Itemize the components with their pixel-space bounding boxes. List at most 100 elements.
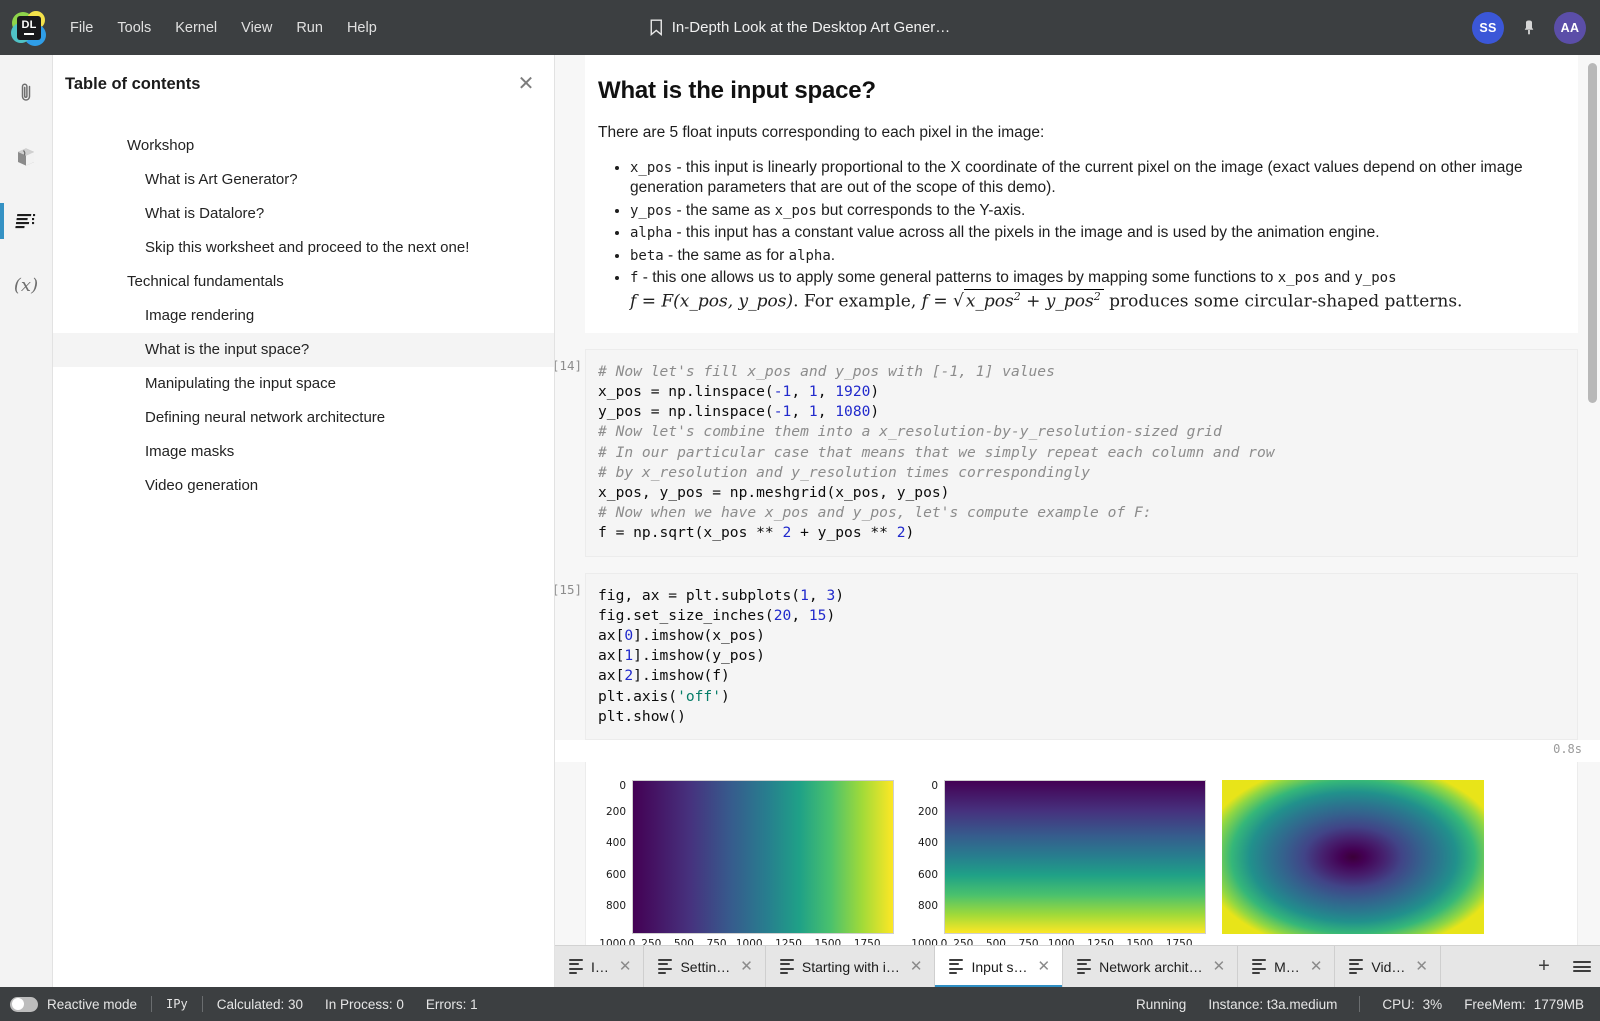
toc-item-manipulating-the-input-space[interactable]: Manipulating the input space: [53, 367, 554, 401]
toc-item-image-rendering[interactable]: Image rendering: [53, 299, 554, 333]
menu-tools[interactable]: Tools: [105, 14, 163, 42]
close-icon[interactable]: ✕: [1308, 959, 1325, 974]
plot-y-pos-xaxis: 0 250 500 750 1000 1250 1500 1750: [941, 934, 1206, 945]
code-line: plt.axis('off'): [598, 687, 730, 705]
code-cell-14[interactable]: [14] # Now let's fill x_pos and y_pos wi…: [555, 348, 1578, 557]
status-bar: Reactive mode IPy Calculated: 30 In Proc…: [0, 987, 1600, 1021]
avatar-aa[interactable]: AA: [1554, 11, 1586, 44]
tab-0[interactable]: I… ✕: [555, 946, 645, 987]
plot-y-pos-image: [944, 779, 1206, 934]
menu-file[interactable]: File: [58, 14, 105, 42]
tab-video[interactable]: Vid… ✕: [1335, 946, 1441, 987]
errors-count[interactable]: Errors: 1: [426, 997, 478, 1012]
code-span: beta: [630, 247, 664, 264]
toc-item-defining-neural-network-architecture[interactable]: Defining neural network architecture: [53, 401, 554, 435]
ytick: 200: [917, 805, 938, 818]
close-icon[interactable]: ✕: [738, 959, 755, 974]
bookmark-icon[interactable]: [650, 19, 663, 36]
close-icon[interactable]: ✕: [1036, 959, 1053, 974]
code-span: x_pos: [1277, 270, 1320, 287]
toc-item-image-masks[interactable]: Image masks: [53, 435, 554, 469]
plot-x-pos-image: [632, 779, 894, 934]
code-line: # Now let's combine them into a x_resolu…: [598, 423, 1222, 441]
kernel-badge[interactable]: IPy: [166, 997, 188, 1011]
notebook-vertical-scrollbar[interactable]: [1588, 63, 1597, 403]
status-bar-right: Running Instance: t3a.medium CPU: 3% Fre…: [1136, 996, 1584, 1012]
code-editor-15[interactable]: fig, ax = plt.subplots(1, 3) fig.set_siz…: [586, 574, 1577, 739]
page-title: What is the input space?: [598, 77, 876, 104]
markdown-cell[interactable]: What is the input space? There are 5 flo…: [585, 55, 1578, 333]
tool-rail: (x): [0, 55, 53, 987]
formula-lhs: f = F(x_pos, y_pos): [630, 291, 794, 312]
toc-item-skip-worksheet[interactable]: Skip this worksheet and proceed to the n…: [53, 231, 554, 265]
tab-masks[interactable]: M… ✕: [1238, 946, 1336, 987]
notebook-icon: [1349, 958, 1364, 975]
tab-input-space[interactable]: Input s… ✕: [935, 946, 1064, 987]
plot-x-pos-xaxis: 0 250 500 750 1000 1250 1500 1750: [628, 934, 894, 945]
reactive-mode-toggle[interactable]: [10, 996, 38, 1012]
in-process-count: In Process: 0: [325, 996, 404, 1012]
notification-icon[interactable]: [1518, 17, 1540, 39]
code-line: fig, ax = plt.subplots(1, 3): [598, 586, 845, 604]
toc-item-what-is-art-generator[interactable]: What is Art Generator?: [53, 163, 554, 197]
execution-time-15: 0.8s: [555, 739, 1600, 762]
toc-item-video-generation[interactable]: Video generation: [53, 469, 554, 503]
ytick: 600: [605, 868, 626, 881]
close-icon[interactable]: ✕: [1413, 959, 1430, 974]
toc-item-workshop[interactable]: Workshop: [53, 129, 554, 163]
close-icon[interactable]: ✕: [1211, 959, 1228, 974]
code-span: y_pos: [1354, 270, 1397, 287]
add-tab-button[interactable]: +: [1526, 946, 1562, 988]
xtick: 0: [628, 937, 636, 945]
toc-item-what-is-datalore[interactable]: What is Datalore?: [53, 197, 554, 231]
toc-item-technical-fundamentals[interactable]: Technical fundamentals: [53, 265, 554, 299]
code-cell-15[interactable]: [15] fig, ax = plt.subplots(1, 3) fig.se…: [555, 572, 1578, 740]
ytick: 800: [917, 900, 938, 913]
tab-network-architecture[interactable]: Network archit… ✕: [1063, 946, 1239, 987]
intro-paragraph: There are 5 float inputs corresponding t…: [598, 124, 1045, 141]
menu-view[interactable]: View: [229, 14, 284, 42]
tab-list-icon[interactable]: [1564, 946, 1600, 988]
xtick: 250: [641, 937, 662, 945]
notebook-area: What is the input space? There are 5 flo…: [555, 55, 1600, 987]
tab-label: Vid…: [1371, 958, 1406, 975]
avatar-ss[interactable]: SS: [1472, 11, 1504, 44]
menu-help[interactable]: Help: [335, 14, 389, 42]
code-editor-14[interactable]: # Now let's fill x_pos and y_pos with [-…: [586, 350, 1577, 556]
document-title-area[interactable]: In-Depth Look at the Desktop Art Gener…: [650, 19, 950, 36]
code-line: x_pos, y_pos = np.meshgrid(x_pos, y_pos): [598, 483, 950, 501]
ytick: 800: [605, 900, 626, 913]
table-of-contents-icon[interactable]: [0, 199, 53, 243]
packages-icon[interactable]: [0, 135, 53, 179]
code-line: # Now when we have x_pos and y_pos, let'…: [598, 504, 1152, 522]
menu-run[interactable]: Run: [284, 14, 335, 42]
close-icon[interactable]: ✕: [908, 959, 925, 974]
code-line: y_pos = np.linspace(-1, 1, 1080): [598, 403, 880, 421]
variables-icon[interactable]: (x): [0, 263, 53, 307]
cpu-label: CPU:: [1382, 996, 1415, 1012]
tab-label: Network archit…: [1099, 958, 1203, 975]
plot-figure: 0 200 400 600 800 1000 0 250 500 750 100…: [586, 770, 1577, 945]
reactive-mode-label: Reactive mode: [47, 996, 138, 1012]
tab-starting-with[interactable]: Starting with i… ✕: [765, 946, 936, 987]
inputs-list: x_pos - this input is linearly proportio…: [598, 158, 1538, 313]
code-span: x_pos: [630, 159, 673, 176]
close-icon[interactable]: ✕: [516, 74, 536, 94]
code-span: y_pos: [630, 202, 673, 219]
xtick: 1000: [1047, 937, 1075, 945]
app-logo[interactable]: DL: [0, 10, 58, 46]
attachments-icon[interactable]: [0, 71, 53, 115]
ytick: 1000: [599, 937, 626, 945]
xtick: 750: [1018, 937, 1039, 945]
workspace: (x) Table of contents ✕ Workshop What is…: [0, 55, 1600, 987]
toc-item-what-is-the-input-space[interactable]: What is the input space?: [53, 333, 554, 367]
instance-type[interactable]: Instance: t3a.medium: [1208, 997, 1337, 1012]
menu-kernel[interactable]: Kernel: [163, 14, 229, 42]
close-icon[interactable]: ✕: [617, 959, 634, 974]
tab-settings[interactable]: Settin… ✕: [644, 946, 766, 987]
notebook-scroll-region[interactable]: What is the input space? There are 5 flo…: [555, 55, 1600, 945]
top-bar-right: SS AA: [1472, 11, 1586, 44]
document-title: In-Depth Look at the Desktop Art Gener…: [671, 19, 951, 36]
ytick: 0: [619, 779, 626, 792]
ytick: 400: [605, 837, 626, 850]
